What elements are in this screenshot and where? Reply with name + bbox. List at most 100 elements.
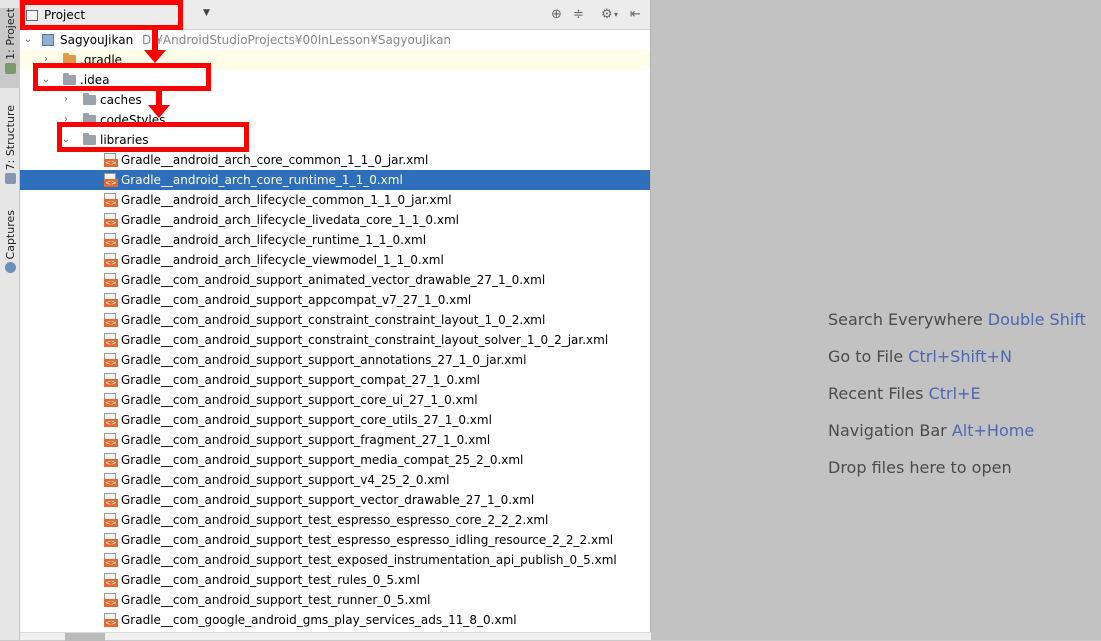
locate-target-icon[interactable]: ⊕ — [551, 7, 562, 23]
file-item[interactable]: Gradle__com_android_support_constraint_c… — [20, 330, 650, 350]
annotation-box-idea — [33, 63, 211, 91]
file-name: Gradle__android_arch_core_runtime_1_1_0.… — [121, 173, 403, 187]
file-item[interactable]: Gradle__com_android_support_support_vect… — [20, 490, 650, 510]
file-item[interactable]: Gradle__android_arch_lifecycle_common_1_… — [20, 190, 650, 210]
file-item[interactable]: Gradle__com_android_support_test_espress… — [20, 530, 650, 550]
file-name: Gradle__com_android_support_test_exposed… — [121, 553, 617, 567]
file-name: Gradle__com_android_support_test_runner_… — [121, 593, 431, 607]
chevron-down-icon[interactable]: ▼ — [203, 8, 210, 18]
gear-dropdown-icon[interactable]: ▾ — [614, 7, 618, 23]
xml-file-icon — [104, 233, 118, 247]
file-name: Gradle__com_android_support_animated_vec… — [121, 273, 546, 287]
annotation-arrow-icon — [144, 50, 166, 63]
project-tree: ⌄ SagyouJikan D:¥AndroidStudioProjects¥0… — [20, 30, 650, 630]
annotation-arrow-icon — [148, 105, 170, 118]
xml-file-icon — [104, 393, 118, 407]
file-item[interactable]: Gradle__android_arch_lifecycle_viewmodel… — [20, 250, 650, 270]
caches-folder-name: caches — [100, 93, 142, 107]
xml-file-icon — [104, 573, 118, 587]
xml-file-icon — [104, 413, 118, 427]
xml-file-icon — [104, 213, 118, 227]
hint-navigation-bar: Navigation Bar Alt+Home — [828, 421, 1034, 440]
file-item[interactable]: Gradle__com_android_support_support_core… — [20, 390, 650, 410]
xml-file-icon — [104, 493, 118, 507]
xml-file-icon — [104, 173, 118, 187]
file-item[interactable]: Gradle__com_android_support_support_v4_2… — [20, 470, 650, 490]
tab-project[interactable]: 1: Project — [0, 8, 20, 88]
file-name: Gradle__com_android_support_support_anno… — [121, 353, 527, 367]
xml-file-icon — [104, 453, 118, 467]
file-name: Gradle__com_android_support_support_core… — [121, 393, 478, 407]
captures-tool-icon — [4, 262, 16, 274]
hint-go-to-file: Go to File Ctrl+Shift+N — [828, 347, 1012, 366]
xml-file-icon — [104, 373, 118, 387]
tree-item-caches[interactable]: › caches — [20, 90, 650, 110]
project-tool-icon — [4, 62, 16, 74]
root-module-name: SagyouJikan — [60, 33, 134, 47]
xml-file-icon — [104, 333, 118, 347]
hint-text: Go to File — [828, 347, 904, 366]
hide-panel-icon[interactable]: ⇤ — [630, 7, 641, 23]
file-item[interactable]: Gradle__com_android_support_appcompat_v7… — [20, 290, 650, 310]
file-item[interactable]: Gradle__com_android_support_support_frag… — [20, 430, 650, 450]
file-name: Gradle__android_arch_core_common_1_1_0_j… — [121, 153, 429, 167]
gear-icon[interactable]: ⚙ — [601, 7, 613, 23]
file-item[interactable]: Gradle__android_arch_core_runtime_1_1_0.… — [20, 170, 650, 190]
tab-structure-label: 7: Structure — [3, 105, 17, 171]
tab-project-label: 1: Project — [3, 8, 17, 60]
project-panel: Project ▼ ⊕ ≑ ⚙ ▾ ⇤ ⌄ SagyouJikan D:¥And… — [20, 0, 651, 640]
file-name: Gradle__com_android_support_appcompat_v7… — [121, 293, 472, 307]
file-item[interactable]: Gradle__com_android_support_test_exposed… — [20, 550, 650, 570]
xml-file-icon — [104, 353, 118, 367]
xml-file-icon — [104, 473, 118, 487]
hint-text: Drop files here to open — [828, 458, 1012, 477]
tool-window-strip: 1: Project 7: Structure Captures — [0, 0, 20, 640]
file-name: Gradle__com_android_support_support_core… — [121, 413, 492, 427]
xml-file-icon — [104, 553, 118, 567]
xml-file-icon — [104, 193, 118, 207]
file-name: Gradle__android_arch_lifecycle_common_1_… — [121, 193, 452, 207]
annotation-arrow-shaft-1 — [152, 30, 158, 52]
file-name: Gradle__android_arch_lifecycle_runtime_1… — [121, 233, 427, 247]
xml-file-icon — [104, 513, 118, 527]
xml-file-icon — [104, 313, 118, 327]
editor-empty-area[interactable]: Search Everywhere Double Shift Go to Fil… — [651, 0, 1101, 640]
file-item[interactable]: Gradle__com_android_support_support_medi… — [20, 450, 650, 470]
xml-file-icon — [104, 533, 118, 547]
file-name: Gradle__android_arch_lifecycle_viewmodel… — [121, 253, 444, 267]
hint-shortcut: Double Shift — [987, 310, 1086, 329]
xml-file-icon — [104, 293, 118, 307]
file-item[interactable]: Gradle__com_android_support_support_core… — [20, 410, 650, 430]
file-item[interactable]: Gradle__com_android_support_animated_vec… — [20, 270, 650, 290]
file-name: Gradle__com_android_support_constraint_c… — [121, 313, 546, 327]
file-name: Gradle__com_android_support_test_rules_0… — [121, 573, 420, 587]
tree-item-root[interactable]: ⌄ SagyouJikan D:¥AndroidStudioProjects¥0… — [20, 30, 650, 50]
tab-structure[interactable]: 7: Structure — [0, 105, 20, 195]
hint-shortcut: Ctrl+Shift+N — [908, 347, 1012, 366]
file-item[interactable]: Gradle__com_android_support_support_comp… — [20, 370, 650, 390]
expanded-arrow-icon[interactable]: ⌄ — [23, 30, 33, 50]
file-item[interactable]: Gradle__com_android_support_constraint_c… — [20, 310, 650, 330]
file-item[interactable]: Gradle__android_arch_core_common_1_1_0_j… — [20, 150, 650, 170]
file-name: Gradle__android_arch_lifecycle_livedata_… — [121, 213, 459, 227]
file-item[interactable]: Gradle__com_android_support_test_espress… — [20, 510, 650, 530]
file-item[interactable]: Gradle__android_arch_lifecycle_runtime_1… — [20, 230, 650, 250]
file-item[interactable]: Gradle__com_android_support_test_rules_0… — [20, 570, 650, 590]
libraries-file-list: Gradle__android_arch_core_common_1_1_0_j… — [20, 150, 650, 630]
file-item[interactable]: Gradle__com_google_android_gms_play_serv… — [20, 610, 650, 630]
structure-tool-icon — [4, 173, 16, 185]
hint-text: Navigation Bar — [828, 421, 947, 440]
file-name: Gradle__com_android_support_support_comp… — [121, 373, 481, 387]
collapse-all-icon[interactable]: ≑ — [573, 7, 584, 23]
xml-file-icon — [104, 613, 118, 627]
tab-captures[interactable]: Captures — [0, 210, 20, 280]
file-name: Gradle__com_android_support_support_frag… — [121, 433, 491, 447]
horizontal-scrollbar[interactable] — [20, 632, 651, 641]
file-name: Gradle__com_android_support_support_vect… — [121, 493, 535, 507]
file-item[interactable]: Gradle__android_arch_lifecycle_livedata_… — [20, 210, 650, 230]
collapsed-arrow-icon[interactable]: › — [61, 90, 71, 110]
file-item[interactable]: Gradle__com_android_support_support_anno… — [20, 350, 650, 370]
hint-shortcut: Alt+Home — [951, 421, 1035, 440]
hint-text: Recent Files — [828, 384, 924, 403]
file-item[interactable]: Gradle__com_android_support_test_runner_… — [20, 590, 650, 610]
